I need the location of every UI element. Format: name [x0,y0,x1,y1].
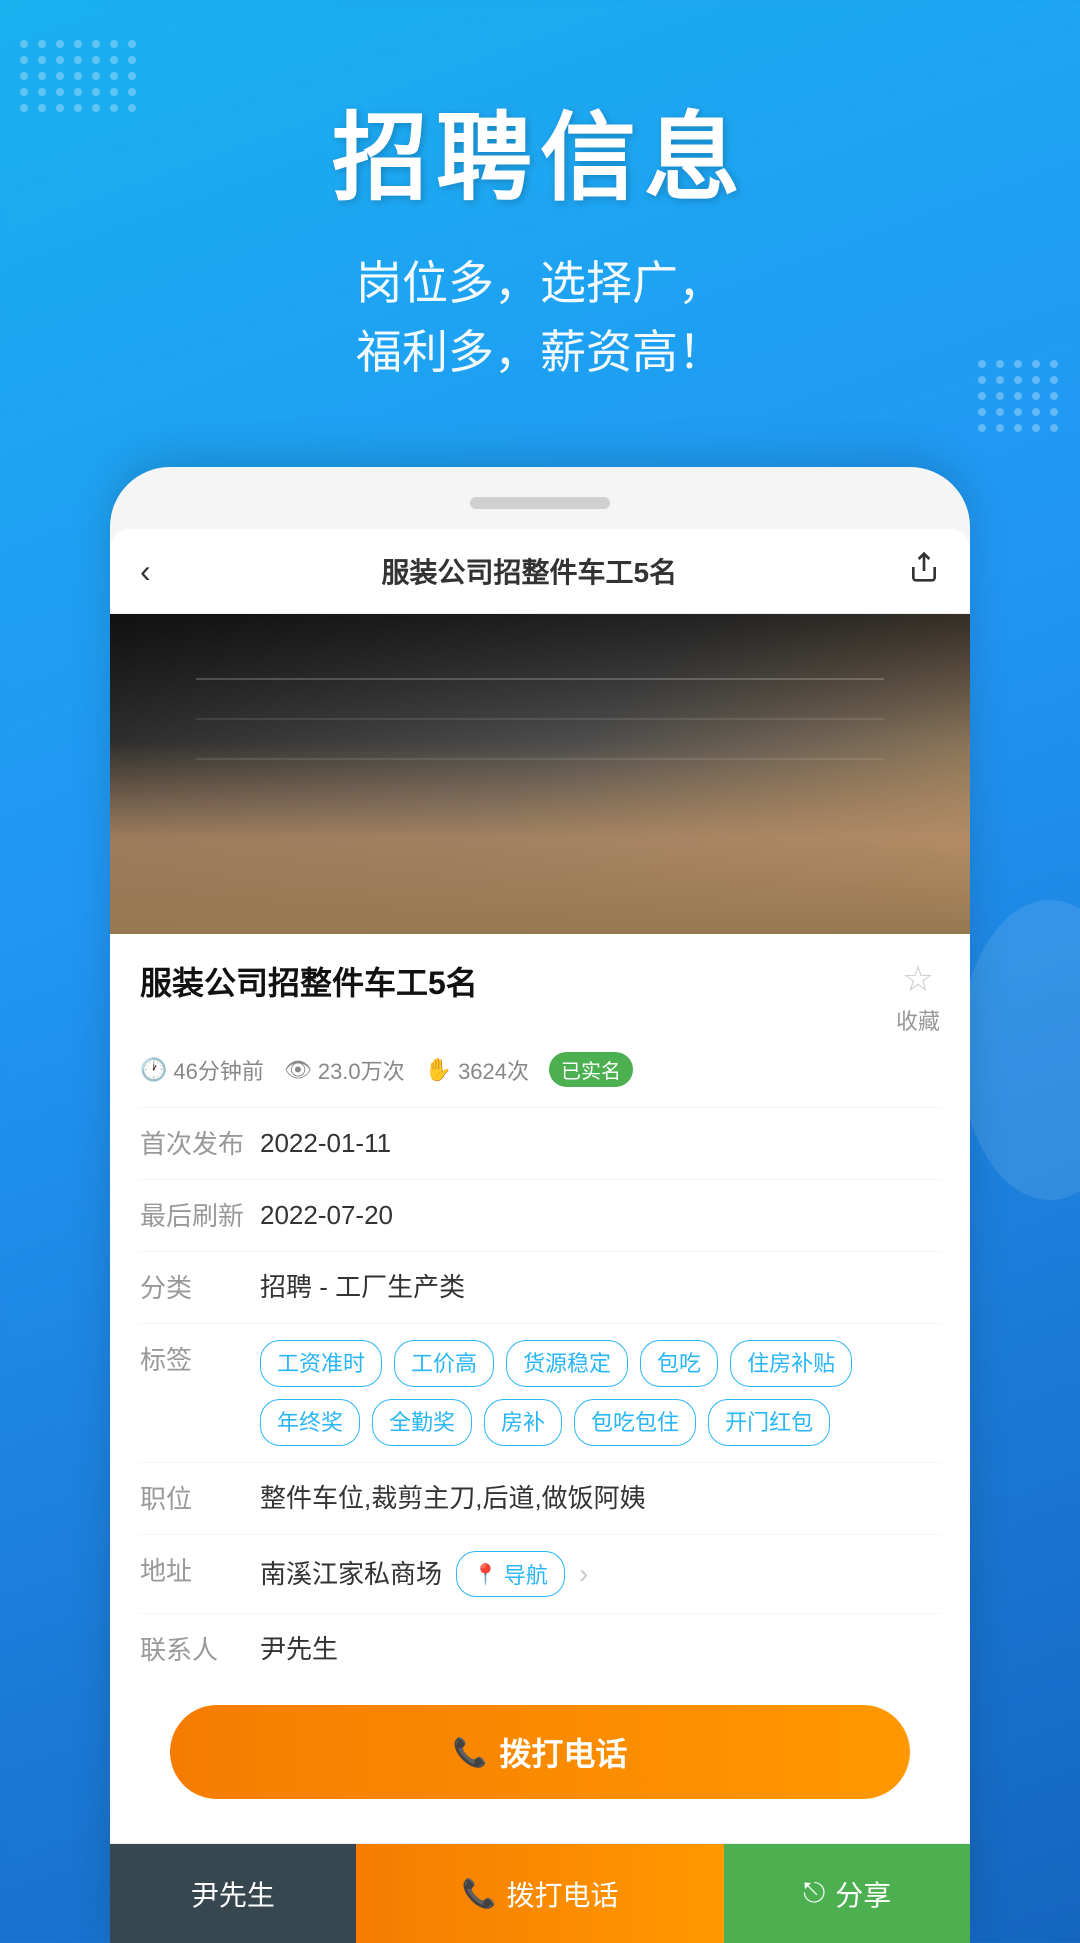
navigation-bar: ‹ 服装公司招整件车工5名 [110,529,970,614]
share-icon[interactable] [908,551,940,591]
decorative-dots-topleft [20,40,138,112]
call-bottom-button[interactable]: 📞 拨打电话 [356,1844,725,1943]
contact-value: 尹先生 [260,1630,940,1669]
tag-item: 年终奖 [260,1399,360,1446]
page-title: 招聘信息 [40,80,1040,219]
first-publish-value: 2022-01-11 [260,1124,940,1163]
phone-mockup: ‹ 服装公司招整件车工5名 服装公司招整件车工5名 ☆ 收藏 [110,467,970,1943]
job-image [110,614,970,934]
nav-title: 服装公司招整件车工5名 [382,551,678,591]
page-header: 招聘信息 岗位多，选择广， 福利多，薪资高！ [0,0,1080,427]
workshop-image [110,614,970,934]
contact-bottom-button[interactable]: 尹先生 [110,1844,356,1943]
chevron-right-icon: › [579,1553,588,1595]
subtitle-line2: 福利多，薪资高！ [40,318,1040,387]
tag-item: 工价高 [394,1340,494,1387]
collect-label: 收藏 [896,1004,940,1036]
position-value: 整件车位,裁剪主刀,后道,做饭阿姨 [260,1479,940,1518]
tags-container: 工资准时工价高货源稳定包吃住房补贴年终奖全勤奖房补包吃包住开门红包 [260,1340,940,1446]
first-publish-row: 首次发布 2022-01-11 [140,1107,940,1179]
last-refresh-label: 最后刷新 [140,1196,260,1233]
collect-button[interactable]: ☆ 收藏 [896,958,940,1036]
category-row: 分类 招聘 - 工厂生产类 [140,1251,940,1323]
call-button[interactable]: 📞 拨打电话 [170,1705,910,1799]
contact-row: 联系人 尹先生 [140,1613,940,1685]
subtitle-line1: 岗位多，选择广， [40,249,1040,318]
last-refresh-row: 最后刷新 2022-07-20 [140,1179,940,1251]
tag-item: 包吃包住 [574,1399,696,1446]
bottom-action-bar: 尹先生 📞 拨打电话 ⎋ 分享 [110,1843,970,1943]
call-icon: 📞 [453,1736,488,1769]
bottom-share-icon: ⎋ [803,1877,825,1910]
tag-item: 货源稳定 [506,1340,628,1387]
address-row: 地址 南溪江家私商场 📍 导航 › [140,1534,940,1613]
phone-notch [470,497,610,509]
job-main-title: 服装公司招整件车工5名 [140,958,876,1004]
tag-item: 包吃 [640,1340,718,1387]
tag-item: 住房补贴 [730,1340,852,1387]
decorative-circle [960,900,1080,1200]
tag-item: 工资准时 [260,1340,382,1387]
tags-row: 标签 工资准时工价高货源稳定包吃住房补贴年终奖全勤奖房补包吃包住开门红包 [140,1323,940,1462]
navigation-button[interactable]: 📍 导航 [456,1551,565,1597]
position-row: 职位 整件车位,裁剪主刀,后道,做饭阿姨 [140,1462,940,1534]
address-value-row: 南溪江家私商场 📍 导航 › [260,1551,940,1597]
category-value: 招聘 - 工厂生产类 [260,1268,940,1307]
share-bottom-button[interactable]: ⎋ 分享 [724,1844,970,1943]
views-count: 👁 23.0万次 [284,1054,405,1086]
category-label: 分类 [140,1268,260,1305]
app-content: ‹ 服装公司招整件车工5名 服装公司招整件车工5名 ☆ 收藏 [110,529,970,1943]
tags-label: 标签 [140,1340,260,1377]
back-button[interactable]: ‹ [140,553,151,590]
applies-count: ✋ 3624次 [425,1054,529,1086]
job-meta-row: 🕐 46分钟前 👁 23.0万次 ✋ 3624次 已实名 [140,1052,940,1087]
job-title-row: 服装公司招整件车工5名 ☆ 收藏 [140,958,940,1036]
verified-badge: 已实名 [549,1052,633,1087]
position-label: 职位 [140,1479,260,1516]
tag-item: 开门红包 [708,1399,830,1446]
last-refresh-value: 2022-07-20 [260,1196,940,1235]
tags-list: 工资准时工价高货源稳定包吃住房补贴年终奖全勤奖房补包吃包住开门红包 [260,1340,940,1446]
tag-item: 全勤奖 [372,1399,472,1446]
time-ago: 🕐 46分钟前 [140,1054,264,1086]
bottom-call-icon: 📞 [462,1877,497,1910]
star-icon: ☆ [902,958,934,1000]
clock-icon: 🕐 [140,1057,167,1083]
map-icon: 📍 [473,1562,498,1587]
hand-icon: ✋ [425,1057,452,1083]
contact-label: 联系人 [140,1630,260,1667]
job-info-section: 服装公司招整件车工5名 ☆ 收藏 🕐 46分钟前 👁 23.0万次 ✋ [110,934,970,1843]
address-label: 地址 [140,1551,260,1588]
detail-table: 首次发布 2022-01-11 最后刷新 2022-07-20 分类 招聘 - … [140,1107,940,1685]
address-text: 南溪江家私商场 [260,1555,442,1594]
eye-icon: 👁 [284,1057,312,1083]
tag-item: 房补 [484,1399,562,1446]
page-subtitle: 岗位多，选择广， 福利多，薪资高！ [40,249,1040,387]
first-publish-label: 首次发布 [140,1124,260,1161]
